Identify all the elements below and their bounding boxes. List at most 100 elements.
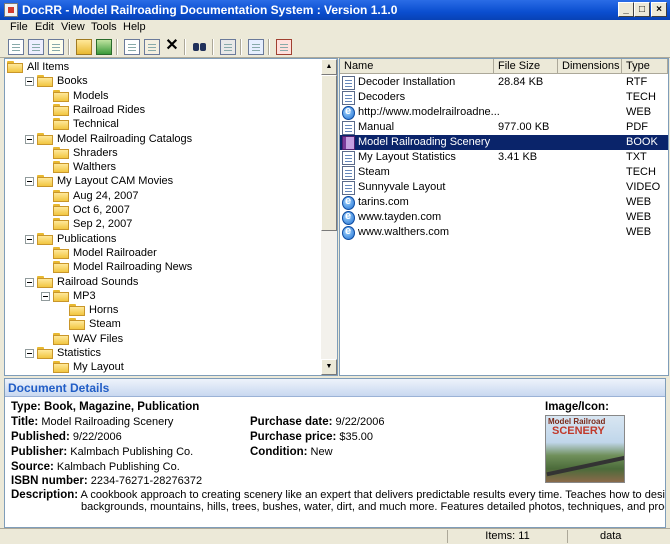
details-header-label: Document Details	[8, 381, 110, 395]
menu-edit[interactable]: Edit	[35, 21, 54, 33]
tree-item[interactable]: Publications	[5, 232, 319, 246]
edit-item-icon[interactable]	[48, 39, 64, 55]
folder-icon	[53, 246, 69, 259]
collapse-toggle[interactable]	[25, 349, 34, 358]
details-isbn: ISBN number: 2234-76271-28276372	[11, 475, 203, 487]
column-header-type[interactable]: Type	[622, 59, 668, 74]
tree-item-label: Books	[57, 75, 88, 88]
maximize-button[interactable]: □	[634, 2, 650, 17]
paste-icon[interactable]	[144, 39, 160, 55]
list-cell-name: Decoder Installation	[358, 76, 456, 88]
list-item[interactable]: Model Railroading Scenery BOOK	[340, 135, 668, 150]
folder-icon	[37, 132, 53, 145]
delete-icon[interactable]: ✕	[164, 38, 180, 55]
list-item[interactable]: Decoders TECH	[340, 90, 668, 105]
tree-item[interactable]: Railroad Rides	[5, 103, 319, 117]
tree-item[interactable]: Model Railroader	[5, 246, 319, 260]
tree-item[interactable]: Books	[5, 74, 319, 88]
list-item[interactable]: www.walthers.com WEB	[340, 225, 668, 240]
scroll-up-button[interactable]: ▲	[321, 59, 337, 75]
details-header: Document Details	[5, 379, 665, 397]
print-icon[interactable]	[220, 39, 236, 55]
tree-scrollbar[interactable]: ▲ ▼	[321, 59, 337, 375]
close-button[interactable]: ×	[651, 2, 667, 17]
tree-item-label: Railroad Sounds	[57, 275, 139, 288]
tree-item[interactable]: Model Railroading News	[5, 260, 319, 274]
tree-item[interactable]: WAV Files	[5, 332, 319, 346]
details-type: Type: Book, Magazine, Publication	[11, 401, 200, 413]
list-cell-name: www.tayden.com	[358, 211, 442, 223]
tree-item[interactable]: My Layout	[5, 360, 319, 374]
minimize-button[interactable]: _	[618, 2, 634, 17]
list-cell-size: 977.00 KB	[498, 121, 550, 133]
tree-item[interactable]: Shraders	[5, 146, 319, 160]
list-cell-name: Steam	[358, 166, 390, 178]
scroll-thumb[interactable]	[321, 75, 337, 231]
list-item[interactable]: My Layout Statistics 3.41 KB TXT	[340, 150, 668, 165]
folder-icon	[53, 189, 69, 202]
new-item-icon[interactable]	[8, 39, 24, 55]
scroll-down-button[interactable]: ▼	[321, 359, 337, 375]
collapse-toggle[interactable]	[25, 134, 34, 144]
tree-item[interactable]: All Items	[5, 60, 319, 74]
collapse-toggle[interactable]	[41, 291, 50, 301]
collapse-toggle[interactable]	[25, 77, 34, 87]
properties-icon[interactable]	[248, 39, 264, 55]
add-folder-icon[interactable]	[96, 39, 112, 55]
folder-icon	[7, 61, 23, 73]
column-header-name[interactable]: Name	[340, 59, 494, 74]
tree-item[interactable]: Aug 24, 2007	[5, 189, 319, 203]
tree-item[interactable]: Railroad Sounds	[5, 275, 319, 289]
document-icon	[342, 76, 355, 90]
view-item-icon[interactable]	[28, 39, 44, 55]
find-icon[interactable]	[192, 39, 208, 55]
category-tree[interactable]: All Items Books Models Railroad Rides Techni…	[4, 58, 338, 376]
list-item[interactable]: Steam TECH	[340, 165, 668, 180]
tree-item[interactable]: Model Railroading Catalogs	[5, 132, 319, 146]
list-item[interactable]: http://www.modelrailroadne... WEB	[340, 105, 668, 120]
app-icon	[4, 3, 18, 17]
collapse-toggle[interactable]	[25, 234, 34, 244]
tree-item-label: Model Railroader	[73, 246, 157, 259]
tree-item[interactable]: Models	[5, 89, 319, 103]
tree-item[interactable]: Horns	[5, 303, 319, 317]
item-list[interactable]: Name File Size Dimensions Type Decoder I…	[339, 58, 669, 376]
tree-item[interactable]: Steam	[5, 317, 319, 331]
folder-icon	[53, 103, 69, 116]
list-item[interactable]: www.tayden.com WEB	[340, 210, 668, 225]
details-publisher: Publisher: Kalmbach Publishing Co.	[11, 446, 194, 458]
list-item[interactable]: Manual 977.00 KB PDF	[340, 120, 668, 135]
web-link-icon	[342, 210, 355, 225]
menu-tools[interactable]: Tools	[91, 21, 117, 33]
collapse-toggle[interactable]	[25, 277, 34, 287]
tree-item[interactable]: Oct 6, 2007	[5, 203, 319, 217]
tree-item[interactable]: My Layout CAM Movies	[5, 174, 319, 188]
tree-item[interactable]: Statistics	[5, 346, 319, 360]
folder-icon	[53, 261, 69, 274]
folder-icon[interactable]	[76, 39, 92, 55]
web-link-icon	[342, 105, 355, 120]
list-item[interactable]: Decoder Installation 28.84 KB RTF	[340, 75, 668, 90]
menu-file[interactable]: File	[10, 21, 28, 33]
details-purchase-date: Purchase date: 9/22/2006	[250, 416, 385, 428]
tree-item[interactable]: My Train Layout	[5, 375, 319, 376]
menu-view[interactable]: View	[61, 21, 85, 33]
list-item[interactable]: Sunnyvale Layout VIDEO	[340, 180, 668, 195]
menu-help[interactable]: Help	[123, 21, 146, 33]
info-icon[interactable]	[276, 39, 292, 55]
tree-item[interactable]: Sep 2, 2007	[5, 217, 319, 231]
list-item[interactable]: tarins.com WEB	[340, 195, 668, 210]
tree-item-label: Technical	[73, 118, 119, 131]
list-cell-size: 3.41 KB	[498, 151, 538, 163]
collapse-toggle[interactable]	[25, 177, 34, 187]
tree-item[interactable]: Technical	[5, 117, 319, 131]
tree-item[interactable]: MP3	[5, 289, 319, 303]
tree-item[interactable]: Walthers	[5, 160, 319, 174]
menu-bar: File Edit View Tools Help	[0, 20, 670, 36]
copy-icon[interactable]	[124, 39, 140, 55]
column-header-dimensions[interactable]: Dimensions	[558, 59, 622, 74]
details-published: Published: 9/22/2006	[11, 431, 122, 443]
list-cell-name: tarins.com	[358, 196, 409, 208]
column-header-size[interactable]: File Size	[494, 59, 558, 74]
details-source: Source: Kalmbach Publishing Co.	[11, 461, 180, 473]
